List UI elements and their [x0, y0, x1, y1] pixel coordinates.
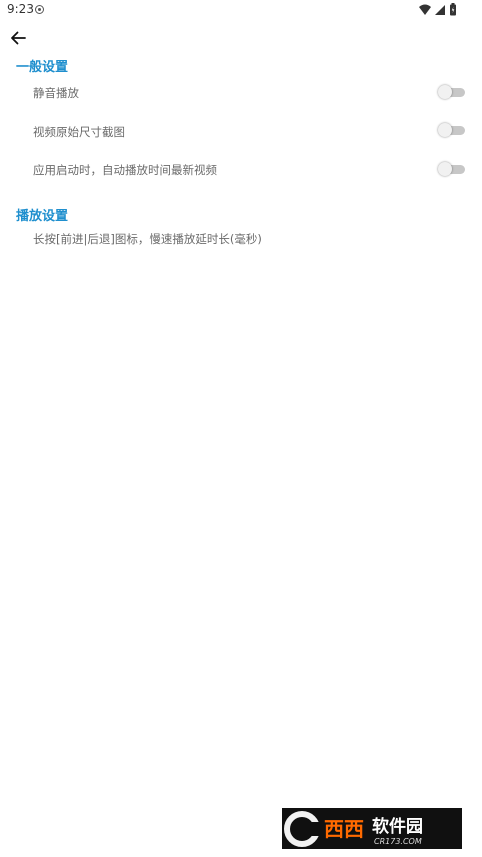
setting-original-size-screenshot-label: 视频原始尺寸截图	[33, 125, 125, 139]
section-title-playback: 播放设置	[16, 209, 69, 224]
setting-slow-play-delay[interactable]: 长按[前进|后退]图标，慢速播放延时长(毫秒)	[33, 231, 262, 247]
status-time: 9:23	[7, 2, 34, 16]
signal-icon	[435, 5, 445, 15]
mute-playback-toggle[interactable]	[438, 85, 466, 99]
notification-icon	[35, 5, 44, 14]
wifi-icon	[419, 4, 431, 15]
toggle-thumb	[438, 85, 452, 99]
status-bar: 9:23	[0, 0, 482, 20]
cr173-logo: 西西 软件园 CR173.COM	[284, 811, 423, 847]
setting-autoplay-latest-label: 应用启动时，自动播放时间最新视频	[33, 163, 217, 177]
status-icons	[419, 3, 456, 16]
arrow-left-icon	[11, 31, 26, 45]
original-size-screenshot-toggle[interactable]	[438, 123, 466, 137]
toggle-thumb	[438, 123, 452, 137]
setting-mute-playback-label: 静音播放	[33, 86, 79, 100]
autoplay-latest-toggle[interactable]	[438, 162, 466, 176]
svg-text:软件园: 软件园	[372, 816, 423, 837]
section-title-general: 一般设置	[16, 60, 69, 75]
svg-text:西西: 西西	[324, 817, 364, 841]
watermark-logo: 西西 软件园 CR173.COM	[282, 808, 462, 849]
toggle-thumb	[438, 162, 452, 176]
svg-text:CR173.COM: CR173.COM	[374, 837, 422, 846]
battery-icon	[450, 3, 456, 16]
back-button[interactable]	[6, 27, 30, 49]
